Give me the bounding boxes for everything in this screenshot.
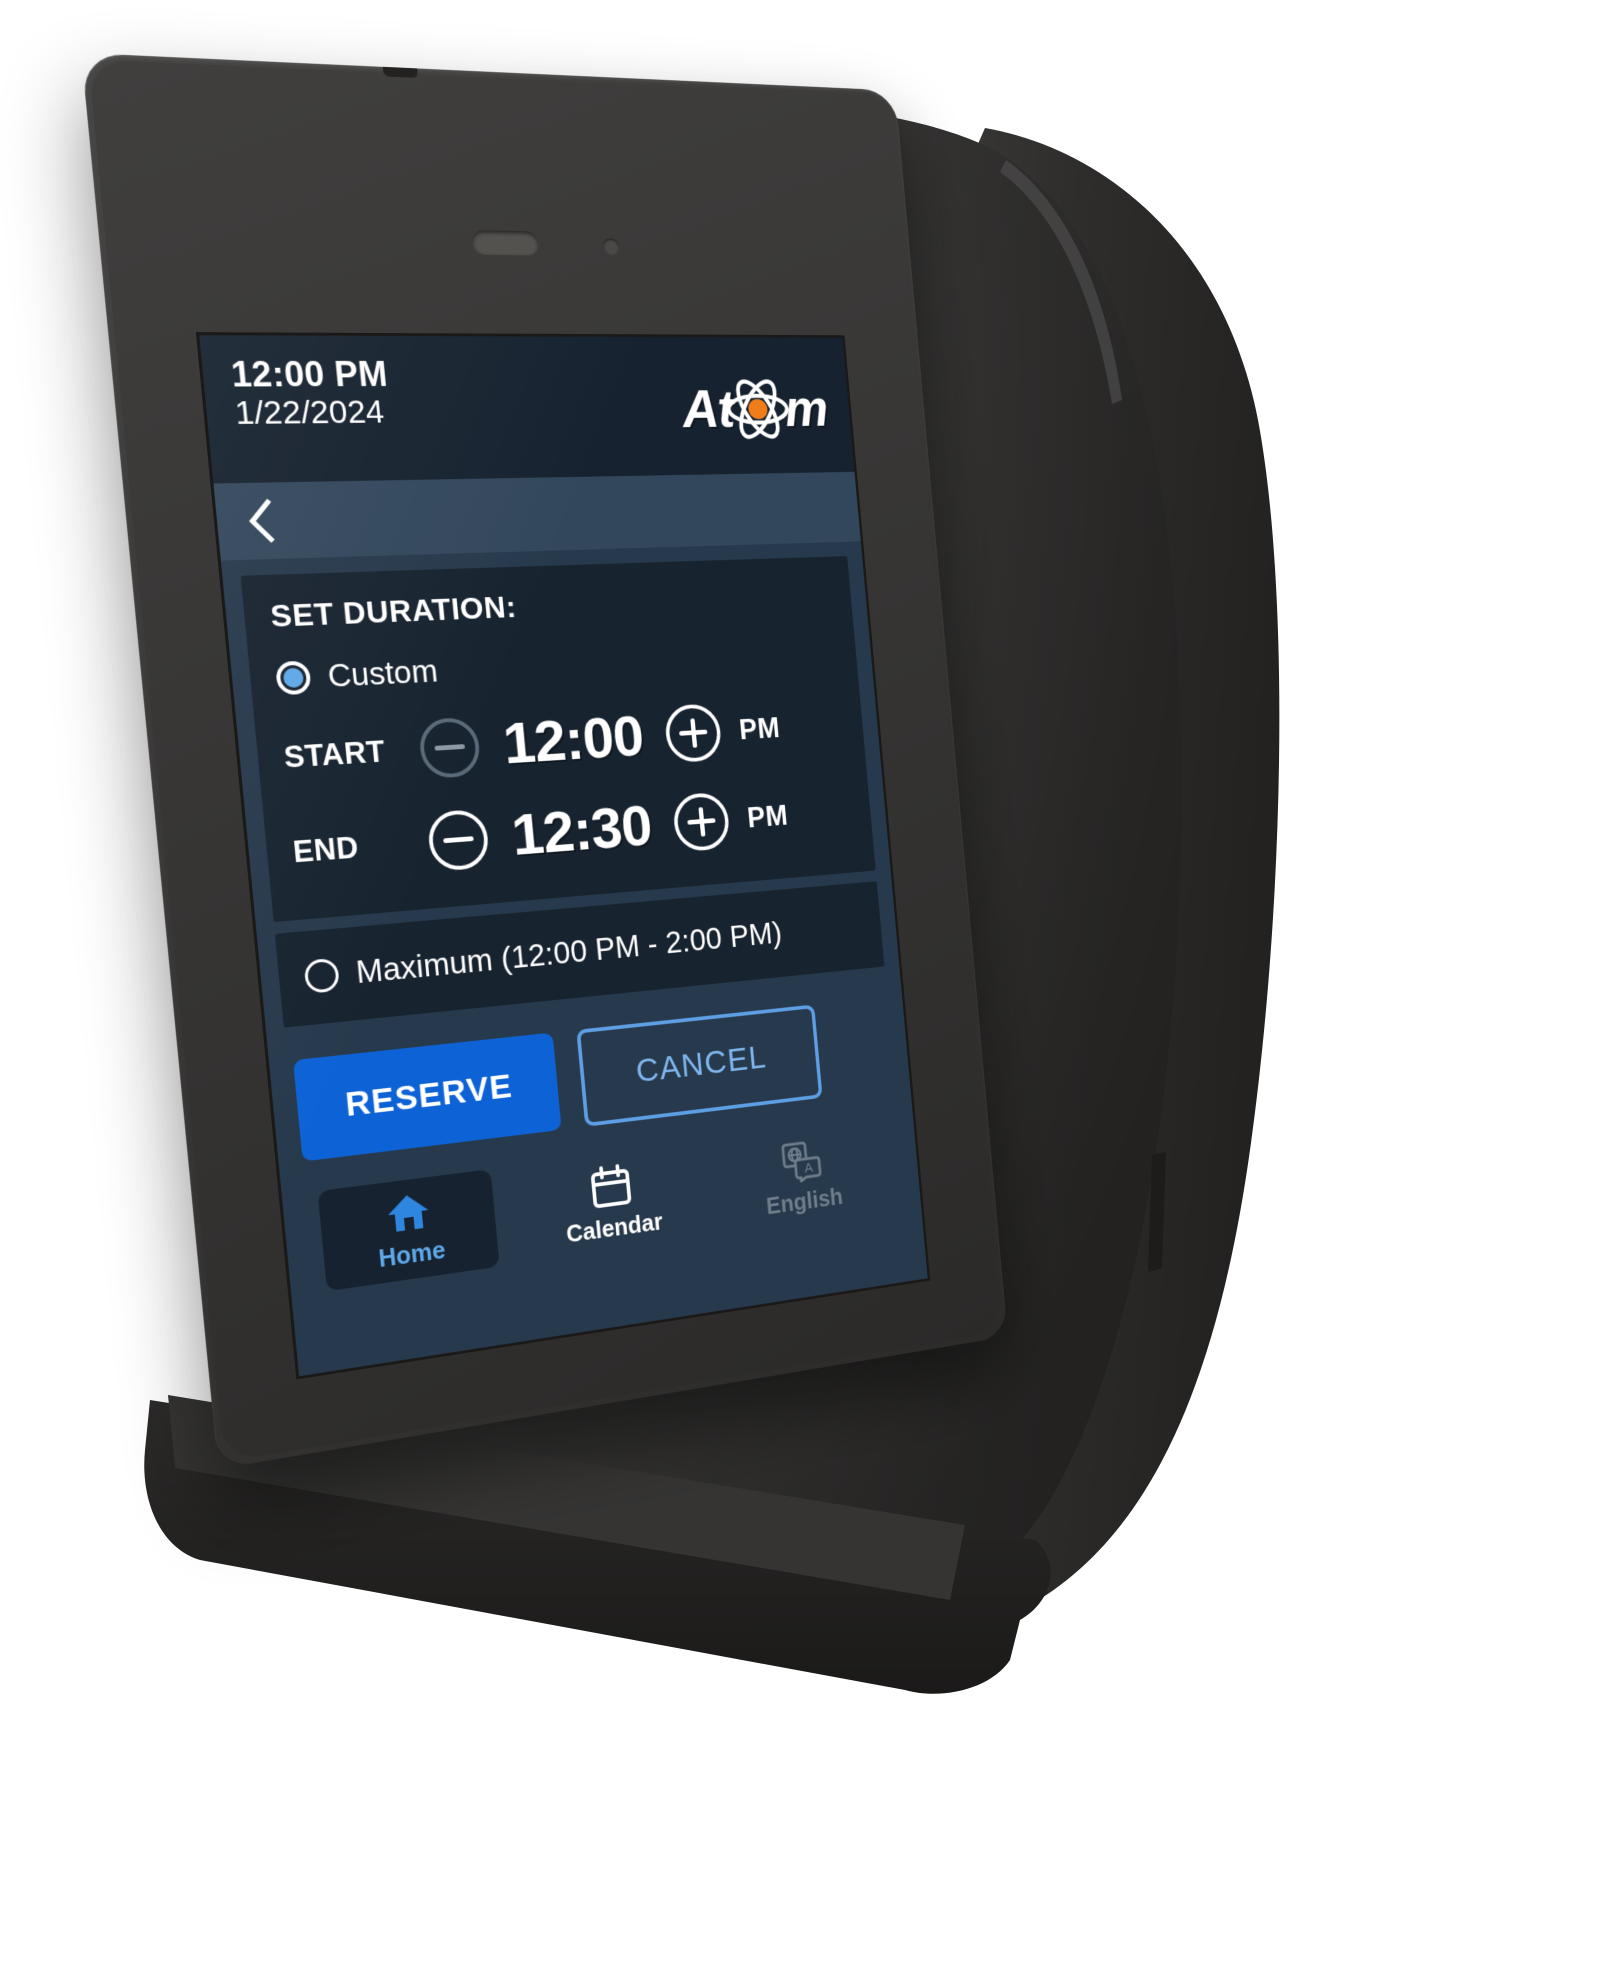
atom-logo-text-right: m [781, 379, 830, 438]
atom-logo: At m [679, 375, 830, 443]
header-time: 12:00 PM [229, 353, 390, 395]
start-time-row: START 12:00 PM [281, 692, 844, 792]
nav-item-language[interactable]: A English [721, 1120, 881, 1226]
set-duration-title: SET DURATION: [268, 589, 519, 634]
minus-glyph-icon [434, 744, 466, 751]
start-time-value: 12:00 [500, 703, 646, 777]
calendar-icon [588, 1163, 633, 1211]
screen-body: SET DURATION: Custom START 12:00 PM END … [220, 541, 928, 1377]
nav-label-calendar: Calendar [565, 1208, 664, 1249]
header-clock: 12:00 PM 1/22/2024 [229, 353, 392, 433]
start-ampm: PM [737, 711, 782, 746]
end-time-value: 12:30 [508, 793, 655, 869]
nav-item-calendar[interactable]: Calendar [526, 1144, 696, 1254]
custom-option-row[interactable]: Custom [274, 635, 836, 698]
custom-radio-selected[interactable] [274, 660, 312, 696]
end-ampm: PM [745, 798, 790, 834]
maximum-option-row[interactable]: Maximum (12:00 PM - 2:00 PM) [303, 908, 860, 996]
touch-screen: 12:00 PM 1/22/2024 At m SET DURATION: Cu… [199, 335, 928, 1377]
nav-label-language: English [765, 1183, 844, 1220]
device-front-face: 12:00 PM 1/22/2024 At m SET DURATION: Cu… [81, 52, 1008, 1469]
speaker-grille-icon [470, 230, 540, 256]
screen-header: 12:00 PM 1/22/2024 At m [199, 335, 855, 484]
device-front-scene: 12:00 PM 1/22/2024 At m SET DURATION: Cu… [0, 0, 1600, 1969]
translate-icon: A [780, 1138, 823, 1185]
minus-glyph-icon [443, 836, 474, 844]
header-date: 1/22/2024 [233, 393, 386, 433]
set-duration-card: SET DURATION: Custom START 12:00 PM END … [240, 556, 876, 923]
reserve-button[interactable]: RESERVE [292, 1032, 562, 1162]
screenshot-root: 12:00 PM 1/22/2024 At m SET DURATION: Cu… [0, 0, 1600, 1969]
